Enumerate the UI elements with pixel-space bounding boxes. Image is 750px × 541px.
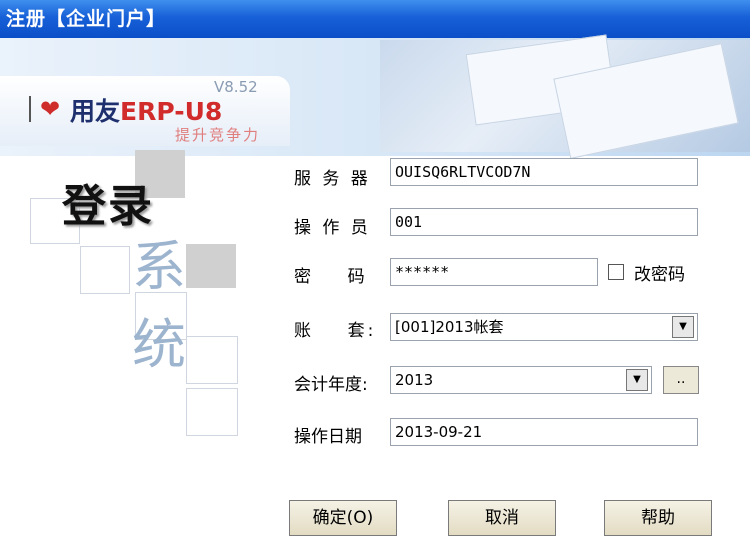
op-date-label: 操作日期 [294, 427, 362, 447]
server-label: 服 务 器 [294, 169, 371, 189]
brand-slogan: 提升竞争力 [175, 126, 261, 144]
window-title: 注册【企业门户】 [6, 8, 167, 30]
account-set-select[interactable]: [001]2013帐套 [390, 313, 698, 341]
change-password-checkbox[interactable] [608, 264, 624, 280]
brand-cn: 用友 [70, 97, 121, 126]
change-password-label: 改密码 [634, 265, 685, 285]
password-label: 密 码 [294, 267, 368, 287]
browse-button[interactable]: .. [663, 366, 699, 394]
help-button[interactable]: 帮助 [604, 500, 712, 536]
cancel-button[interactable]: 取消 [448, 500, 556, 536]
decor-square [80, 246, 130, 294]
ok-button[interactable]: 确定(O) [289, 500, 397, 536]
fiscal-year-label: 会计年度: [294, 375, 368, 395]
server-input[interactable]: OUISQ6RLTVCOD7N [390, 158, 698, 186]
brand-heart-icon: ❤ [40, 95, 61, 123]
operator-label: 操 作 员 [294, 218, 371, 238]
password-input[interactable]: ****** [390, 258, 598, 286]
logo-divider [29, 96, 31, 122]
account-set-label: 账 套: [294, 321, 377, 341]
chevron-down-icon[interactable]: ▼ [626, 369, 648, 391]
vertical-char: 统 [132, 313, 186, 376]
operator-input[interactable]: 001 [390, 208, 698, 236]
op-date-input[interactable]: 2013-09-21 [390, 418, 698, 446]
title-bar: 注册【企业门户】 [0, 0, 750, 38]
decor-square [186, 336, 238, 384]
fiscal-year-select[interactable]: 2013 [390, 366, 652, 394]
decor-square [186, 244, 236, 288]
brand-erp: ERP-U8 [120, 97, 223, 126]
vertical-char: 系 [132, 235, 186, 298]
chevron-down-icon[interactable]: ▼ [672, 316, 694, 338]
brand-logo: 用友ERP-U8 [70, 92, 222, 128]
decor-square [186, 388, 238, 436]
